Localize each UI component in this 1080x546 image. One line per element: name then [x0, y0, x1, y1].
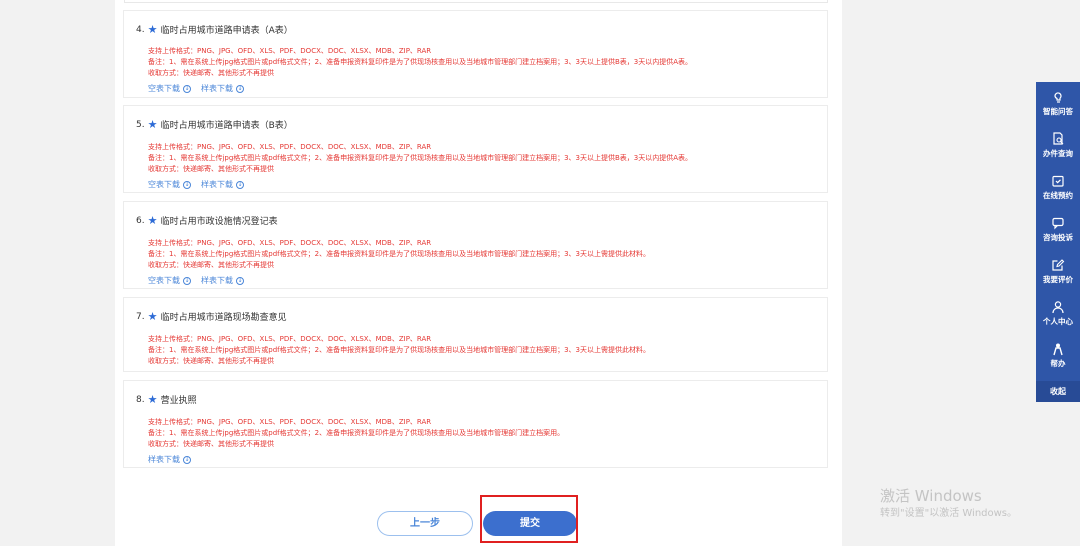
- smart-qa-icon: [1054, 92, 1062, 103]
- chat-icon: [1052, 217, 1064, 230]
- download-icon: ↓: [183, 455, 191, 464]
- receive-method: 收取方式：快递邮寄、其他形式不再提供: [148, 69, 274, 77]
- sample-form-download-link[interactable]: 样表下载 ↓: [148, 454, 191, 465]
- link-label: 空表下载: [148, 276, 180, 285]
- material-card-5: 5. ★ 临时占用城市道路申请表（B表） 支持上传格式：PNG、JPG、OFD、…: [123, 105, 828, 193]
- watermark-title: 激活 Windows: [880, 487, 982, 505]
- material-card-8: 8. ★ 营业执照 支持上传格式：PNG、JPG、OFD、XLS、PDF、DOC…: [123, 380, 828, 468]
- sidebar-item-label: 我要评价: [1043, 275, 1073, 284]
- sample-form-download-link[interactable]: 样表下载 ↓: [201, 83, 244, 94]
- sidebar-item-appointment[interactable]: 在线预约: [1036, 168, 1080, 208]
- blank-form-download-link[interactable]: 空表下载 ↓: [148, 275, 191, 286]
- edit-icon: [1052, 259, 1065, 271]
- material-title: 8. ★ 营业执照: [136, 393, 197, 406]
- required-star-icon: ★: [147, 23, 158, 36]
- material-note: 备注：1、需在系统上传jpg格式图片或pdf格式文件；2、准备申报资料复印件是为…: [148, 250, 650, 258]
- link-label: 样表下载: [201, 84, 233, 93]
- material-name: 营业执照: [160, 396, 197, 406]
- required-star-icon: ★: [147, 214, 158, 227]
- material-number: 7.: [136, 311, 145, 322]
- material-number: 4.: [136, 24, 145, 35]
- download-icon: ↓: [183, 84, 191, 93]
- material-number: 8.: [136, 394, 145, 405]
- supported-formats: 支持上传格式：PNG、JPG、OFD、XLS、PDF、DOCX、DOC、XLSX…: [148, 418, 432, 426]
- previous-card-edge: [124, 0, 828, 3]
- sidebar-item-case-query[interactable]: 办件查询: [1036, 126, 1080, 166]
- link-label: 空表下载: [148, 84, 180, 93]
- link-label: 样表下载: [201, 276, 233, 285]
- material-note: 备注：1、需在系统上传jpg格式图片或pdf格式文件；2、准备申报资料复印件是为…: [148, 58, 693, 66]
- sample-form-download-link[interactable]: 样表下载 ↓: [201, 275, 244, 286]
- material-name: 临时占用城市道路申请表（A表）: [160, 26, 293, 36]
- download-links: 空表下载 ↓ 样表下载 ↓: [148, 83, 254, 94]
- link-label: 样表下载: [201, 180, 233, 189]
- receive-method: 收取方式：快递邮寄、其他形式不再提供: [148, 165, 274, 173]
- floating-sidebar: 智能问答 办件查询 在线预约 咨询投诉 我要评价 个人中心 帮办 收起: [1036, 82, 1080, 402]
- blank-form-download-link[interactable]: 空表下载 ↓: [148, 83, 191, 94]
- material-card-6: 6. ★ 临时占用市政设施情况登记表 支持上传格式：PNG、JPG、OFD、XL…: [123, 201, 828, 289]
- material-note: 备注：1、需在系统上传jpg格式图片或pdf格式文件；2、准备申报资料复印件是为…: [148, 346, 650, 354]
- download-links: 空表下载 ↓ 样表下载 ↓: [148, 275, 254, 286]
- material-title: 6. ★ 临时占用市政设施情况登记表: [136, 214, 278, 227]
- material-title: 7. ★ 临时占用城市道路现场勘查意见: [136, 310, 287, 323]
- material-name: 临时占用市政设施情况登记表: [160, 217, 278, 227]
- blank-form-download-link[interactable]: 空表下载 ↓: [148, 179, 191, 190]
- material-card-4: 4. ★ 临时占用城市道路申请表（A表） 支持上传格式：PNG、JPG、OFD、…: [123, 10, 828, 98]
- previous-step-button[interactable]: 上一步: [377, 511, 473, 536]
- sidebar-item-personal-center[interactable]: 个人中心: [1036, 294, 1080, 334]
- receive-method: 收取方式：快递邮寄、其他形式不再提供: [148, 440, 274, 448]
- link-label: 样表下载: [148, 455, 180, 464]
- main-content: 4. ★ 临时占用城市道路申请表（A表） 支持上传格式：PNG、JPG、OFD、…: [115, 0, 842, 546]
- collapse-sidebar-button[interactable]: 收起: [1036, 381, 1080, 402]
- download-links: 样表下载 ↓: [148, 454, 201, 465]
- required-star-icon: ★: [147, 310, 158, 323]
- link-label: 空表下载: [148, 180, 180, 189]
- download-links: 空表下载 ↓ 样表下载 ↓: [148, 179, 254, 190]
- submit-highlight-box: [480, 495, 578, 543]
- sidebar-item-evaluate[interactable]: 我要评价: [1036, 252, 1080, 292]
- material-note: 备注：1、需在系统上传jpg格式图片或pdf格式文件；2、准备申报资料复印件是为…: [148, 429, 565, 437]
- required-star-icon: ★: [147, 118, 158, 131]
- calendar-icon: [1052, 175, 1064, 187]
- receive-method: 收取方式：快递邮寄、其他形式不再提供: [148, 261, 274, 269]
- sidebar-item-label: 帮办: [1050, 359, 1066, 368]
- sidebar-item-consult-complaint[interactable]: 咨询投诉: [1036, 210, 1080, 250]
- download-icon: ↓: [236, 276, 244, 285]
- sidebar-item-label: 咨询投诉: [1043, 233, 1073, 242]
- sidebar-item-label: 办件查询: [1043, 149, 1073, 158]
- download-icon: ↓: [183, 276, 191, 285]
- supported-formats: 支持上传格式：PNG、JPG、OFD、XLS、PDF、DOCX、DOC、XLSX…: [148, 239, 432, 247]
- user-icon: [1052, 301, 1064, 314]
- material-name: 临时占用城市道路现场勘查意见: [160, 313, 287, 323]
- supported-formats: 支持上传格式：PNG、JPG、OFD、XLS、PDF、DOCX、DOC、XLSX…: [148, 47, 432, 55]
- material-note: 备注：1、需在系统上传jpg格式图片或pdf格式文件；2、准备申报资料复印件是为…: [148, 154, 693, 162]
- sidebar-item-helper[interactable]: 帮办: [1036, 336, 1080, 376]
- sidebar-item-smart-qa[interactable]: 智能问答: [1036, 84, 1080, 124]
- sidebar-item-label: 智能问答: [1043, 107, 1073, 116]
- material-title: 4. ★ 临时占用城市道路申请表（A表）: [136, 23, 293, 36]
- download-icon: ↓: [236, 180, 244, 189]
- windows-activation-watermark: 激活 Windows 转到"设置"以激活 Windows。: [880, 487, 1017, 521]
- material-title: 5. ★ 临时占用城市道路申请表（B表）: [136, 118, 293, 131]
- material-card-7: 7. ★ 临时占用城市道路现场勘查意见 支持上传格式：PNG、JPG、OFD、X…: [123, 297, 828, 372]
- sidebar-item-label: 个人中心: [1043, 317, 1073, 326]
- download-icon: ↓: [236, 84, 244, 93]
- material-name: 临时占用城市道路申请表（B表）: [160, 121, 293, 131]
- helper-icon: [1053, 343, 1063, 356]
- download-icon: ↓: [183, 180, 191, 189]
- supported-formats: 支持上传格式：PNG、JPG、OFD、XLS、PDF、DOCX、DOC、XLSX…: [148, 335, 432, 343]
- watermark-subtitle: 转到"设置"以激活 Windows。: [880, 508, 1018, 519]
- material-number: 5.: [136, 119, 145, 130]
- document-search-icon: [1053, 132, 1064, 145]
- sidebar-item-label: 在线预约: [1043, 191, 1073, 200]
- required-star-icon: ★: [147, 393, 158, 406]
- sample-form-download-link[interactable]: 样表下载 ↓: [201, 179, 244, 190]
- receive-method: 收取方式：快递邮寄、其他形式不再提供: [148, 357, 274, 365]
- material-number: 6.: [136, 215, 145, 226]
- supported-formats: 支持上传格式：PNG、JPG、OFD、XLS、PDF、DOCX、DOC、XLSX…: [148, 143, 432, 151]
